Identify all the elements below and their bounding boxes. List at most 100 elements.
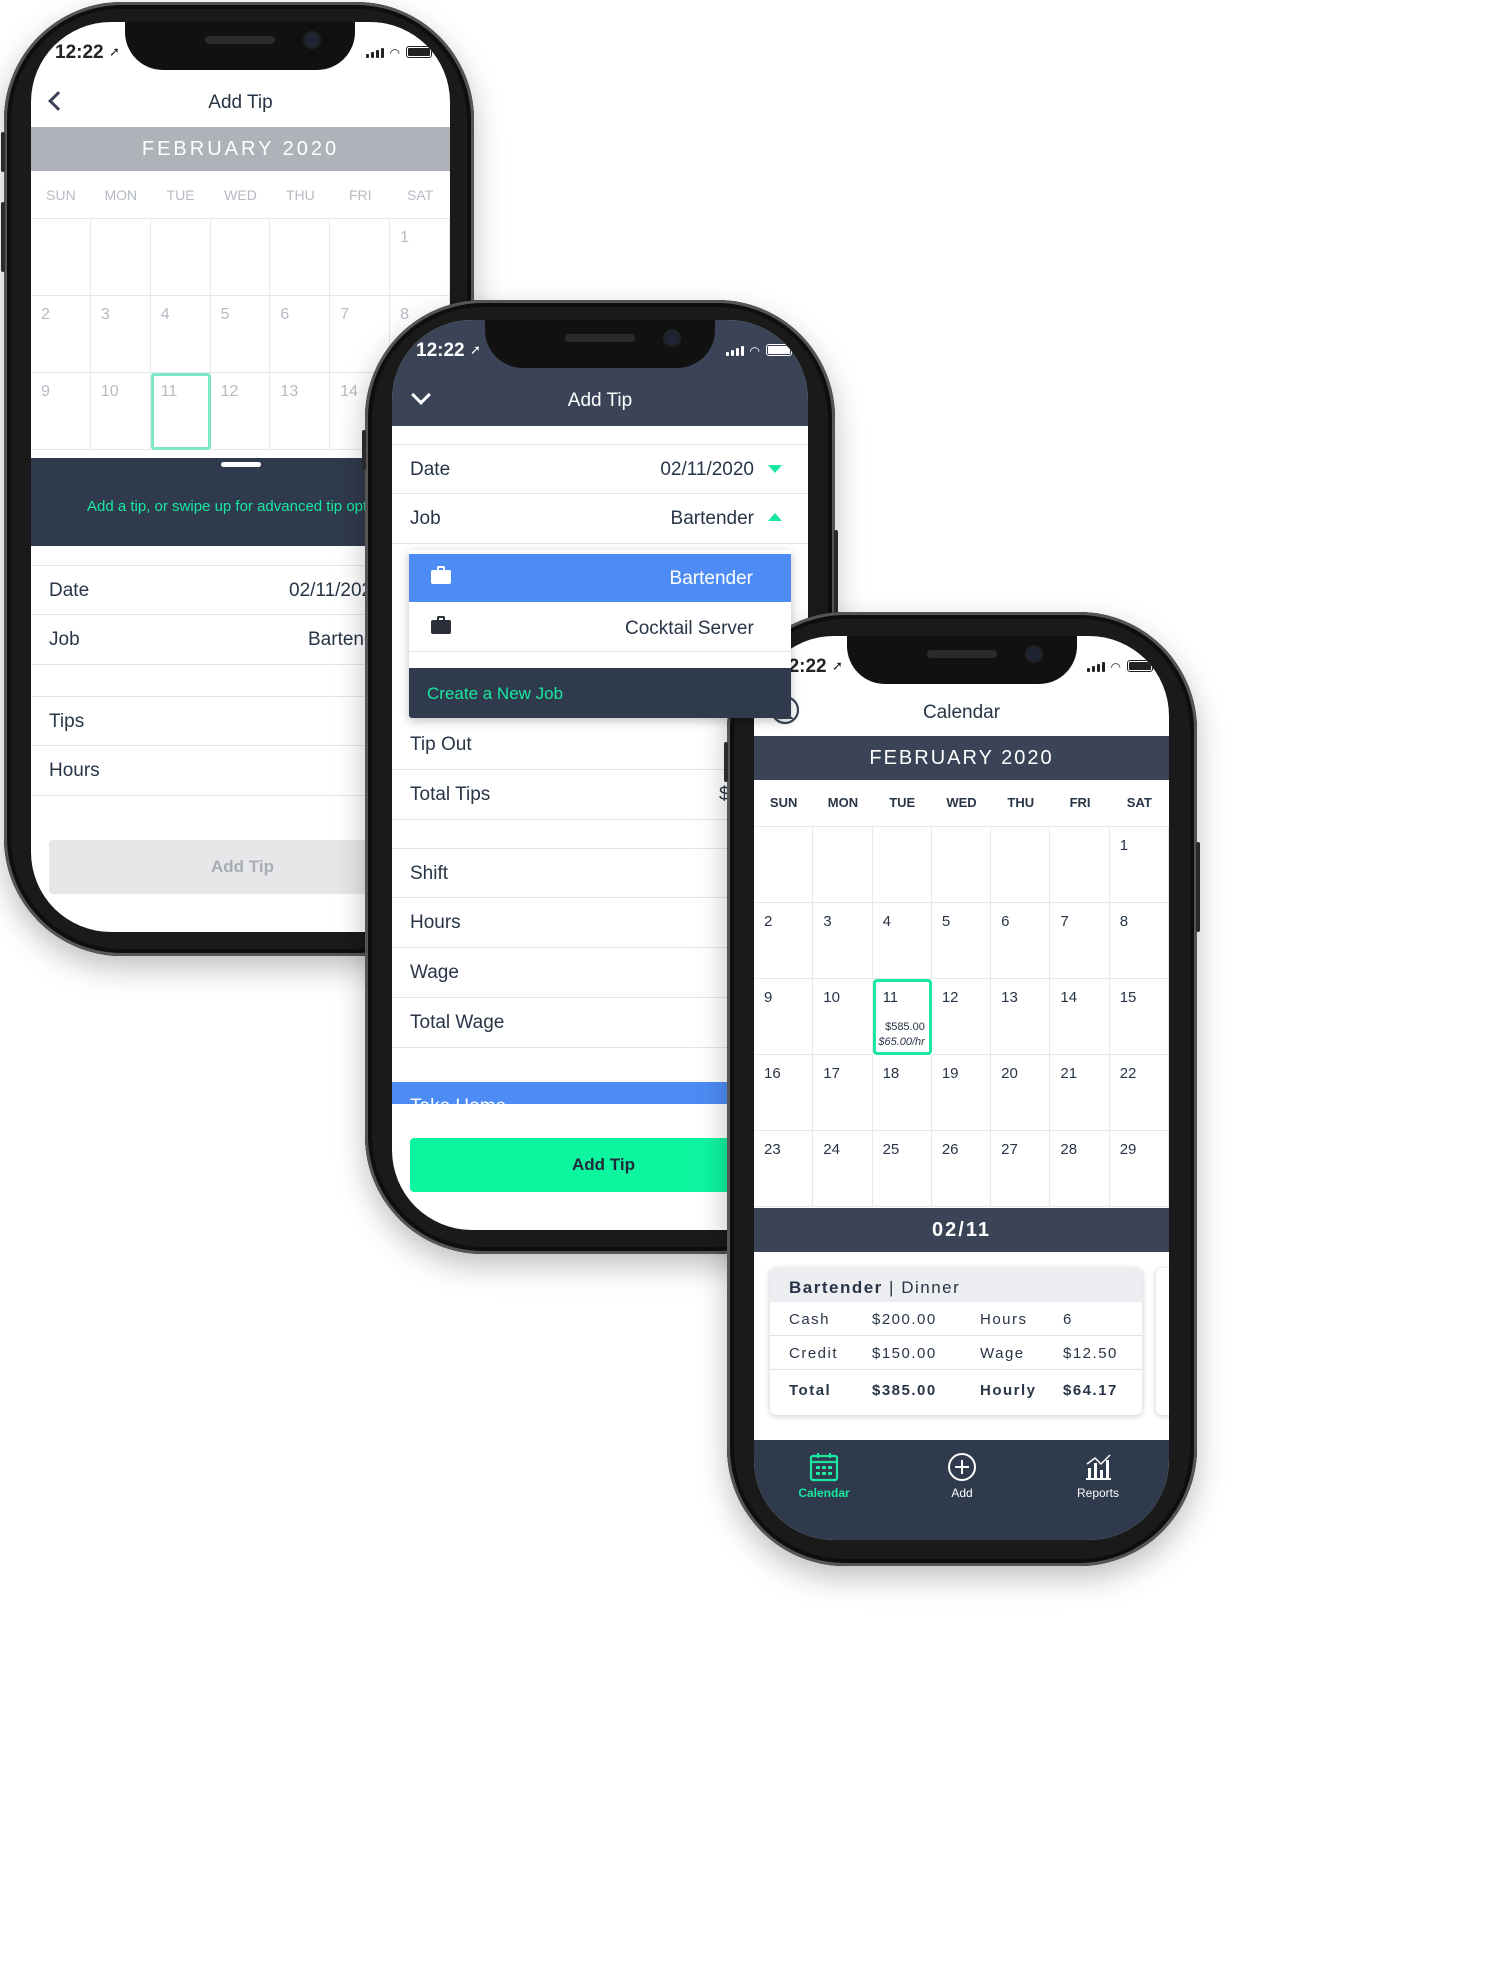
- day-cell[interactable]: 15: [1109, 979, 1169, 1055]
- weekday: TUE: [166, 187, 195, 203]
- card-separator: |: [889, 1278, 895, 1297]
- day-number: 13: [1001, 989, 1018, 1006]
- day-cell[interactable]: [90, 219, 151, 296]
- battery-icon: [406, 46, 432, 58]
- day-number: 15: [1119, 989, 1137, 1006]
- job-dropdown: Bartender Cocktail Server Create a New J…: [409, 550, 791, 718]
- day-cell[interactable]: 24: [813, 1131, 873, 1207]
- day-number: 21: [1060, 1065, 1078, 1082]
- day-cell[interactable]: [210, 219, 271, 296]
- day-cell[interactable]: 21: [1050, 1055, 1110, 1131]
- day-cell[interactable]: 25: [872, 1131, 932, 1207]
- day-cell[interactable]: 20: [991, 1055, 1051, 1131]
- day-number: 10: [823, 989, 840, 1006]
- wifi-icon: ◠: [749, 344, 760, 358]
- day-cell[interactable]: 13: [991, 979, 1051, 1055]
- tab-reports[interactable]: Reports: [1060, 1452, 1136, 1512]
- weekday: TUE: [889, 795, 916, 810]
- day-cell[interactable]: 4: [150, 296, 211, 373]
- day-cell[interactable]: 5: [931, 903, 992, 979]
- caret-up-icon[interactable]: [768, 513, 782, 521]
- weekday: SAT: [1126, 795, 1152, 810]
- drag-handle[interactable]: [220, 462, 261, 467]
- job-row[interactable]: Job Bartender: [392, 494, 808, 544]
- day-cell[interactable]: 19: [931, 1055, 992, 1131]
- day-number: 4: [882, 913, 891, 930]
- day-cell[interactable]: 22: [1109, 1055, 1169, 1131]
- create-job-button[interactable]: Create a New Job: [409, 668, 791, 718]
- day-number: 24: [823, 1141, 840, 1158]
- day-cell[interactable]: 7: [1050, 903, 1110, 979]
- day-cell[interactable]: 23: [754, 1131, 814, 1207]
- day-cell[interactable]: 10: [90, 373, 151, 450]
- month-label: FEBRUARY 2020: [141, 138, 340, 160]
- day-cell[interactable]: [872, 827, 932, 903]
- day-cell[interactable]: 9: [754, 979, 814, 1055]
- day-cell[interactable]: [1050, 827, 1110, 903]
- day-cell[interactable]: 29: [1109, 1131, 1169, 1207]
- day-cell[interactable]: 9: [31, 373, 91, 450]
- day-cell[interactable]: [754, 827, 814, 903]
- day-number: 22: [1119, 1065, 1137, 1082]
- day-cell[interactable]: 4: [872, 903, 932, 979]
- day-number: 3: [823, 913, 832, 930]
- day-cell[interactable]: 3: [90, 296, 151, 373]
- card-total-row: Total $385.00 Hourly $64.17: [789, 1382, 1118, 1399]
- day-cell[interactable]: 1: [1109, 827, 1169, 903]
- day-cell[interactable]: [991, 827, 1051, 903]
- card-job: Bartender: [789, 1278, 883, 1297]
- weekday: SAT: [406, 187, 434, 203]
- day-cell[interactable]: [270, 219, 331, 296]
- caret-down-icon[interactable]: [768, 465, 782, 473]
- calendar-grid: 1 2 3 4 5 6 7 8 9 10 11 $585.00 $65.00/hr 12 13 14 15 16 1…: [754, 826, 1169, 1207]
- status-time: 12:22: [55, 42, 104, 63]
- day-cell-selected[interactable]: 11: [150, 373, 211, 450]
- day-cell[interactable]: 8: [1109, 903, 1169, 979]
- calendar-icon: [809, 1453, 839, 1482]
- day-cell[interactable]: 28: [1050, 1131, 1110, 1207]
- day-cell[interactable]: [330, 219, 391, 296]
- day-cell[interactable]: 17: [813, 1055, 873, 1131]
- day-cell[interactable]: 26: [931, 1131, 992, 1207]
- day-cell[interactable]: 2: [754, 903, 814, 979]
- day-cell[interactable]: [813, 827, 873, 903]
- day-cell[interactable]: 27: [991, 1131, 1051, 1207]
- day-cell[interactable]: [931, 827, 992, 903]
- day-number: 1: [1119, 837, 1129, 854]
- chart-icon: [1086, 1454, 1111, 1480]
- add-tip-button-label: Add Tip: [211, 857, 274, 876]
- tab-add[interactable]: Add: [924, 1452, 1000, 1512]
- tab-calendar[interactable]: Calendar: [786, 1452, 862, 1512]
- day-number: 8: [1119, 913, 1129, 930]
- next-card-peek[interactable]: [1156, 1268, 1169, 1415]
- take-home-label: Take Home: [410, 1096, 506, 1104]
- day-cell[interactable]: 12: [931, 979, 992, 1055]
- phone3-screen: 12:22 ➚ ◠ Calendar FEBRUARY 2020 SUN MON…: [754, 636, 1169, 1540]
- dropdown-option-selected[interactable]: Bartender: [409, 554, 791, 602]
- day-cell[interactable]: 6: [991, 903, 1051, 979]
- day-cell[interactable]: 5: [210, 296, 271, 373]
- day-cell[interactable]: 6: [270, 296, 331, 373]
- day-number: 29: [1119, 1141, 1137, 1158]
- day-cell[interactable]: 13: [270, 373, 331, 450]
- day-cell[interactable]: [150, 219, 211, 296]
- day-cell[interactable]: 1: [390, 219, 450, 296]
- day-cell[interactable]: 14: [1050, 979, 1110, 1055]
- add-tip-button-label: Add Tip: [572, 1155, 635, 1174]
- tab-label: Calendar: [798, 1486, 850, 1500]
- date-row[interactable]: Date 02/11/2020: [392, 444, 808, 494]
- day-cell[interactable]: [31, 219, 91, 296]
- day-number: 26: [941, 1141, 959, 1158]
- shift-card[interactable]: Bartender | Dinner Cash $200.00 Hours 6 …: [770, 1268, 1142, 1415]
- day-cell[interactable]: 2: [31, 296, 91, 373]
- card-shift: Dinner: [901, 1278, 961, 1297]
- day-number: 25: [882, 1141, 900, 1158]
- dropdown-option[interactable]: Cocktail Server: [409, 604, 791, 652]
- day-cell[interactable]: 18: [872, 1055, 932, 1131]
- day-cell[interactable]: 16: [754, 1055, 814, 1131]
- day-number: 23: [764, 1141, 781, 1158]
- day-cell[interactable]: 12: [210, 373, 271, 450]
- day-cell[interactable]: 3: [813, 903, 873, 979]
- day-cell-selected[interactable]: 11 $585.00 $65.00/hr: [872, 979, 932, 1055]
- day-cell[interactable]: 10: [813, 979, 873, 1055]
